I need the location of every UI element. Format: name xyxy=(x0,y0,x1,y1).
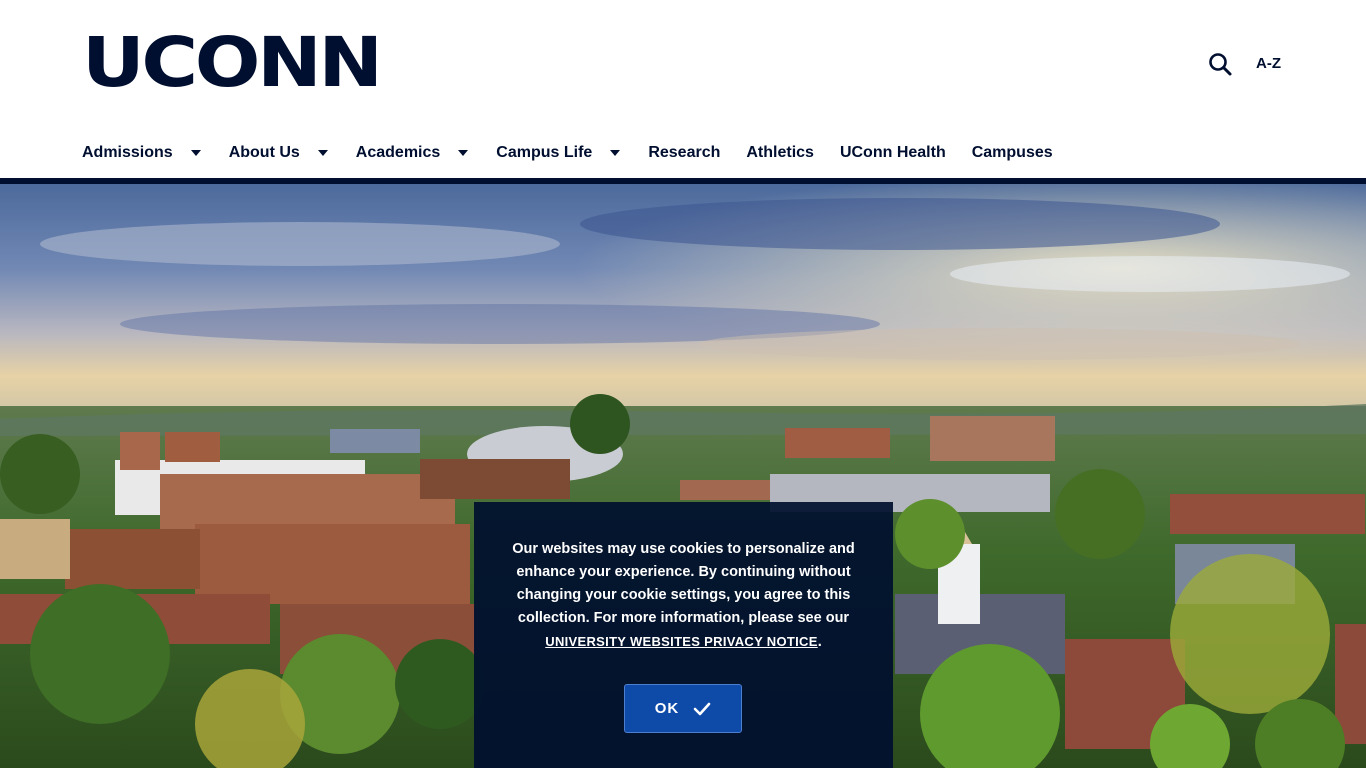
nav-item-campus-life[interactable]: Campus Life xyxy=(496,144,622,162)
site-header: UCONN A-Z Admissions About Us Academics … xyxy=(0,0,1366,178)
nav-item-athletics[interactable]: Athletics xyxy=(746,144,814,162)
caret-down-icon[interactable] xyxy=(610,150,621,156)
main-navigation: Admissions About Us Academics Campus Lif… xyxy=(82,140,1079,166)
nav-item-label: Academics xyxy=(355,144,441,161)
cookie-message-text: Our websites may use cookies to personal… xyxy=(512,541,855,626)
nav-item-academics[interactable]: Academics xyxy=(356,144,471,162)
nav-item-about-us[interactable]: About Us xyxy=(229,144,330,162)
cookie-message-period: . xyxy=(817,634,822,650)
nav-item-campuses[interactable]: Campuses xyxy=(972,144,1053,162)
nav-item-label: Research xyxy=(648,144,721,161)
nav-item-admissions[interactable]: Admissions xyxy=(82,144,203,162)
uconn-logo[interactable]: UCONN xyxy=(82,29,383,98)
nav-item-label: Campus Life xyxy=(496,144,593,161)
search-icon[interactable] xyxy=(1206,50,1234,78)
nav-item-uconn-health[interactable]: UConn Health xyxy=(840,144,946,162)
cookie-ok-button[interactable]: OK xyxy=(624,684,742,733)
nav-item-label: UConn Health xyxy=(839,144,946,161)
nav-item-label: Campuses xyxy=(971,144,1053,161)
nav-item-label: Athletics xyxy=(746,144,814,161)
nav-item-label: About Us xyxy=(228,144,300,161)
cookie-consent-panel: Our websites may use cookies to personal… xyxy=(474,502,893,768)
ok-label: OK xyxy=(654,700,680,717)
caret-down-icon[interactable] xyxy=(190,150,201,156)
nav-item-label: Admissions xyxy=(82,144,173,161)
caret-down-icon[interactable] xyxy=(317,150,328,156)
caret-down-icon[interactable] xyxy=(458,150,469,156)
cookie-message: Our websites may use cookies to personal… xyxy=(496,538,871,654)
checkmark-icon xyxy=(693,702,711,715)
nav-item-research[interactable]: Research xyxy=(648,144,720,162)
privacy-notice-link[interactable]: University Websites Privacy Notice xyxy=(545,634,817,649)
a-z-index-link[interactable]: A-Z xyxy=(1256,55,1281,72)
